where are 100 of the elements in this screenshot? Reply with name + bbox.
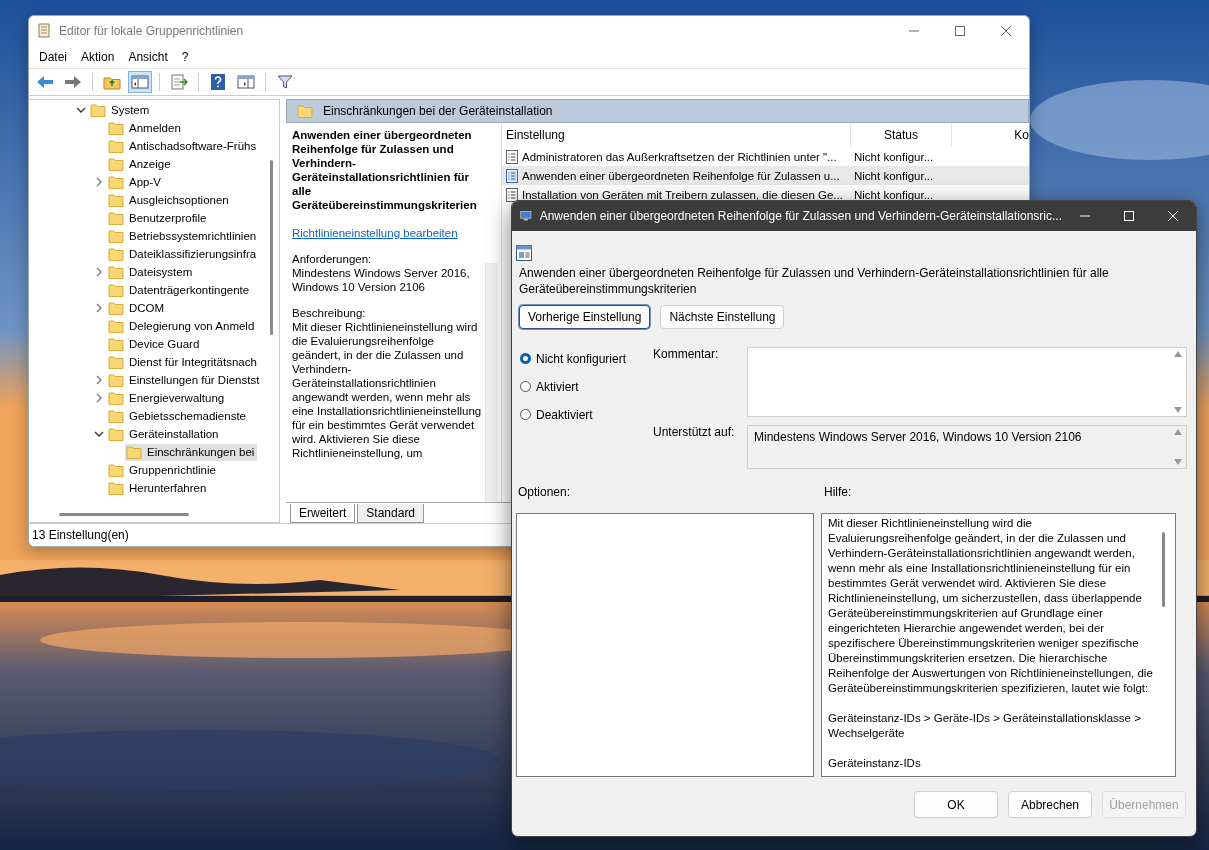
view-tab[interactable]: Standard xyxy=(357,504,425,523)
policy-window-icon xyxy=(516,245,532,261)
folder-icon xyxy=(126,445,142,459)
folder-icon xyxy=(108,121,124,135)
folder-icon xyxy=(108,463,124,477)
scroll-document-icon xyxy=(37,23,51,39)
radio-option[interactable]: Nicht konfiguriert xyxy=(520,350,653,367)
tree-item[interactable]: Gebietsschemadienste xyxy=(107,407,249,425)
folder-icon xyxy=(108,337,124,351)
tree-item[interactable]: Anmelden xyxy=(107,119,184,137)
tree-item[interactable]: Gruppenrichtlinie xyxy=(107,461,219,479)
monitor-icon xyxy=(520,209,532,223)
folder-icon xyxy=(108,301,124,315)
back-arrow-icon xyxy=(36,75,54,89)
column-header[interactable]: Einstellung xyxy=(502,123,851,147)
folder-icon xyxy=(108,355,124,369)
comment-field[interactable] xyxy=(747,347,1187,417)
supported-label: Unterstützt auf: xyxy=(653,425,736,441)
tree-item[interactable]: Delegierung von Anmeld xyxy=(107,317,258,335)
radio-option[interactable]: Deaktiviert xyxy=(520,406,653,423)
help-label: Hilfe: xyxy=(824,485,852,501)
filter-icon xyxy=(277,74,293,90)
close-icon[interactable] xyxy=(1001,26,1011,36)
scrollbar[interactable] xyxy=(59,513,189,516)
setting-name: Administratoren das Außerkraftsetzen der Richtlinien unter "... xyxy=(522,150,837,163)
status-cell-text: Nicht konfigur... xyxy=(853,188,935,201)
list-row[interactable]: Installation von Geräten mit Treibern zulassen, die diesen Ge... Nicht konfigur... xyxy=(502,185,1029,204)
policy-setting-icon xyxy=(506,149,518,164)
folder-icon xyxy=(108,373,124,387)
folder-icon xyxy=(108,265,124,279)
tree-item[interactable]: App-V xyxy=(107,173,164,191)
collapse-chevron-icon[interactable] xyxy=(76,107,86,113)
policy-name: Anwenden einer übergeordneten Reihenfolge für Zulassen und Verhindern-Geräteinstallationsrichtlinien für alle Geräteübereinstimmungskriterien xyxy=(519,265,1110,297)
setting-name: Installation von Geräten mit Treibern zulassen, die diesen Ge... xyxy=(522,188,843,201)
status-cell-text: Nicht konfigur... xyxy=(853,169,935,182)
folder-icon xyxy=(108,193,124,207)
tree-item[interactable]: Anzeige xyxy=(107,155,174,173)
dialog-button[interactable]: OK xyxy=(914,791,998,818)
options-label: Optionen: xyxy=(518,485,572,501)
tree-item[interactable]: Antischadsoftware-Frühs xyxy=(107,137,260,155)
scrollbar[interactable] xyxy=(270,160,273,335)
tree-item[interactable]: Benutzerprofile xyxy=(107,209,210,227)
tree-item[interactable]: DCOM xyxy=(107,299,168,317)
dialog-title: Anwenden einer übergeordneten Reihenfolge für Zulassen und Verhindern-Geräteinstallationsric... xyxy=(539,209,1062,223)
policy-setting-icon xyxy=(506,187,518,202)
tree-item[interactable]: Einschränkungen bei xyxy=(125,443,258,461)
dialog-button[interactable]: Abbrechen xyxy=(1008,791,1092,818)
tree-item[interactable]: Device Guard xyxy=(107,335,203,353)
radio-option[interactable]: Aktiviert xyxy=(520,378,653,395)
action-pane-icon xyxy=(237,74,255,90)
tree-item[interactable]: Dateiklassifizierungsinfra xyxy=(107,245,260,263)
menu-item[interactable]: Datei xyxy=(39,49,67,65)
expand-chevron-icon[interactable] xyxy=(96,177,102,187)
column-header[interactable]: Status xyxy=(851,123,952,147)
expand-chevron-icon[interactable] xyxy=(96,393,102,403)
tree-item[interactable]: Dienst für Integritätsnach xyxy=(107,353,260,371)
scrollbar[interactable] xyxy=(485,263,498,502)
view-tab[interactable]: Erweitert xyxy=(290,504,356,523)
nav-button[interactable]: Nächste Einstellung xyxy=(660,305,785,329)
expand-chevron-icon[interactable] xyxy=(96,303,102,313)
expand-chevron-icon[interactable] xyxy=(96,375,102,385)
tree-item[interactable]: Herunterfahren xyxy=(107,479,210,497)
list-row[interactable]: Administratoren das Außerkraftsetzen der Richtlinien unter "... Nicht konfigur... xyxy=(502,147,1029,166)
tree-item[interactable]: Einstellungen für Dienstst xyxy=(107,371,263,389)
setting-name: Anwenden einer übergeordneten Reihenfolge für Zulassen u... xyxy=(522,169,840,182)
tree-item[interactable]: Datenträgerkontingente xyxy=(107,281,253,299)
menu-item[interactable]: ? xyxy=(181,49,189,65)
maximize-icon[interactable] xyxy=(955,26,965,36)
console-tree-icon xyxy=(131,74,149,90)
scrollbar[interactable] xyxy=(1162,532,1165,607)
folder-icon xyxy=(108,211,124,225)
requirements-text: Mindestens Windows Server 2016, Windows 10 Version 2106 xyxy=(292,266,471,294)
comment-label: Kommentar: xyxy=(653,347,720,363)
tree-item[interactable]: Energieverwaltung xyxy=(107,389,228,407)
folder-icon xyxy=(108,283,124,297)
menu-item[interactable]: Aktion xyxy=(81,49,115,65)
column-header[interactable]: Ko xyxy=(952,123,1029,147)
tree-item[interactable]: Geräteinstallation xyxy=(107,425,222,443)
policy-title: Anwenden einer übergeordneten Reihenfolge für Zulassen und Verhindern-Geräteinstallationsrichtlinien für alle Geräteübereinstimmungskriterien xyxy=(292,128,478,212)
requirements-label: Anforderungen: xyxy=(292,252,373,266)
status-cell-text: Nicht konfigur... xyxy=(853,150,935,163)
help-paragraph: Geräteinstanz-IDs > Geräte-IDs > Geräteinstallationsklasse > Wechselgeräte xyxy=(828,711,1142,741)
folder-icon xyxy=(108,175,124,189)
tree-item[interactable]: Ausgleichsoptionen xyxy=(107,191,232,209)
folder-icon xyxy=(90,103,106,117)
edit-policy-link[interactable]: Richtlinieneinstellung bearbeiten xyxy=(292,226,458,240)
nav-button[interactable]: Vorherige Einstellung xyxy=(519,305,651,329)
menu-item[interactable]: Ansicht xyxy=(128,49,168,65)
tree-item[interactable]: Betriebssystemrichtlinien xyxy=(107,227,260,245)
description-label: Beschreibung: xyxy=(292,306,367,320)
header-title: Einschränkungen bei der Geräteinstallation xyxy=(323,104,553,118)
folder-icon xyxy=(297,104,313,118)
folder-icon xyxy=(108,229,124,243)
tree-item[interactable]: Dateisystem xyxy=(107,263,196,281)
expand-chevron-icon[interactable] xyxy=(96,267,102,277)
help-paragraph: Geräteinstanz-IDs xyxy=(828,756,922,771)
list-row[interactable]: Anwenden einer übergeordneten Reihenfolge für Zulassen u... Nicht konfigur... xyxy=(502,166,1029,185)
collapse-chevron-icon[interactable] xyxy=(94,431,104,437)
help-icon xyxy=(211,74,225,90)
tree-item[interactable]: System xyxy=(89,101,153,119)
